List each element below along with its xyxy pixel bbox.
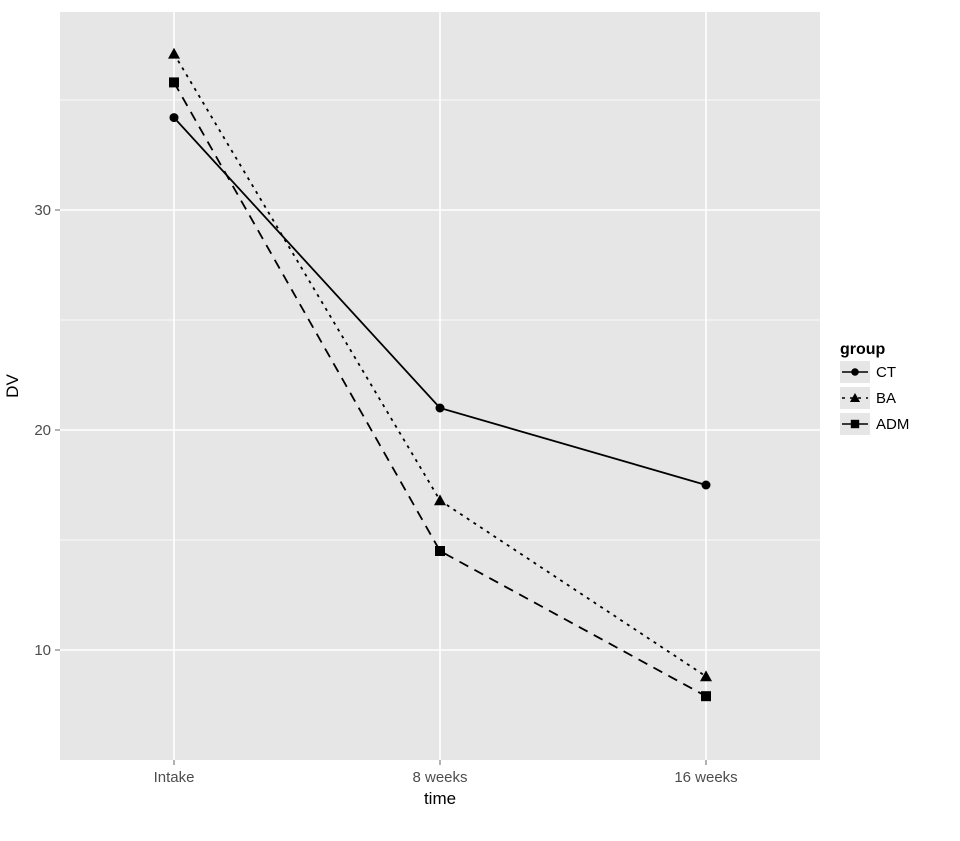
marker-square [701, 691, 711, 701]
ytick-label: 30 [34, 202, 51, 219]
xtick-label: 8 weeks [412, 769, 467, 786]
x-axis-label: time [424, 789, 456, 808]
y-axis-label: DV [3, 374, 22, 398]
ytick-label: 10 [34, 642, 51, 659]
marker-circle [851, 368, 859, 376]
marker-circle [170, 113, 179, 122]
marker-square [851, 420, 859, 428]
xtick-label: 16 weeks [674, 769, 737, 786]
line-chart: 10 20 30 Intake 8 weeks 16 weeks DV time group CT… [0, 0, 960, 841]
xtick-label: Intake [154, 769, 195, 786]
legend-title: group [840, 341, 886, 358]
marker-circle [702, 481, 711, 490]
legend: group CT BA ADM [840, 341, 909, 435]
marker-square [169, 77, 179, 87]
legend-label: BA [876, 390, 896, 407]
marker-circle [436, 404, 445, 413]
marker-square [435, 546, 445, 556]
legend-label: ADM [876, 416, 909, 433]
legend-label: CT [876, 364, 896, 381]
ytick-label: 20 [34, 422, 51, 439]
